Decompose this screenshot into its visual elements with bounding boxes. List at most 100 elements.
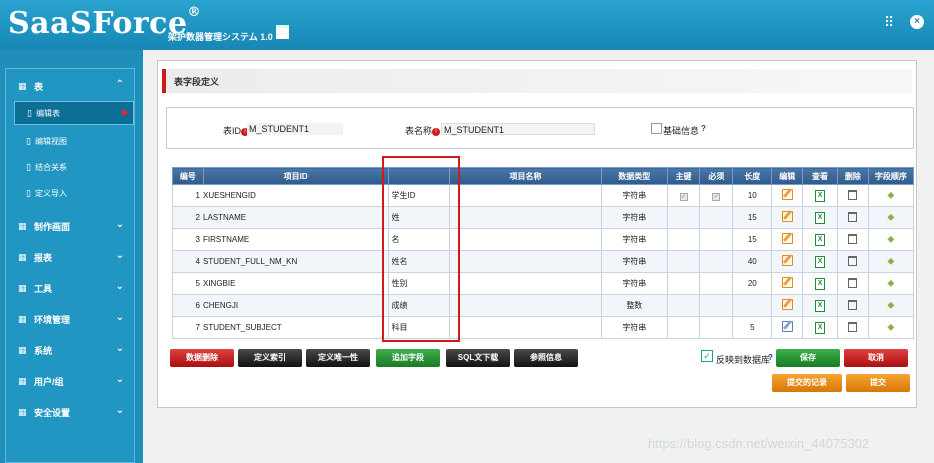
excel-view-icon[interactable]: X — [815, 299, 826, 312]
reorder-icon[interactable]: ⬥ — [887, 322, 894, 333]
trash-icon[interactable] — [848, 189, 858, 200]
row-delete[interactable] — [836, 228, 869, 251]
row-edit[interactable] — [771, 250, 804, 273]
sql-download-button[interactable]: SQL文下载 — [446, 349, 510, 367]
excel-view-icon[interactable]: X — [815, 211, 826, 224]
sidebar-item-tools[interactable]: ▦ 工具 ⌄ — [6, 275, 134, 301]
sidebar-subitem-edit-view[interactable]: ▯ 编辑视图 — [14, 129, 134, 153]
row-view[interactable]: X — [802, 294, 838, 317]
row-view[interactable]: X — [802, 206, 838, 229]
cancel-button[interactable]: 取消 — [844, 349, 908, 367]
app-logo-text: SaaSForce — [8, 6, 188, 41]
row-delete[interactable] — [836, 272, 869, 295]
document-icon[interactable] — [276, 25, 289, 39]
row-delete[interactable] — [836, 184, 869, 207]
submit-record-button[interactable]: 提交的记录 — [772, 374, 842, 392]
reorder-icon[interactable]: ⬥ — [887, 212, 894, 223]
row-edit[interactable] — [771, 294, 804, 317]
table-name-field[interactable]: M_STUDENT1 — [441, 123, 595, 135]
reorder-icon[interactable]: ⬥ — [887, 234, 894, 245]
reorder-icon[interactable]: ⬥ — [887, 256, 894, 267]
row-order[interactable]: ⬥ — [867, 228, 915, 251]
edit-icon[interactable] — [781, 299, 793, 310]
define-unique-button[interactable]: 定义唯一性 — [306, 349, 370, 367]
excel-view-icon[interactable]: X — [815, 277, 826, 290]
row-length: 40 — [732, 250, 773, 273]
define-index-button[interactable]: 定义索引 — [238, 349, 302, 367]
edit-icon[interactable] — [781, 321, 793, 332]
row-order[interactable]: ⬥ — [867, 316, 915, 339]
row-edit[interactable] — [771, 184, 804, 207]
row-view[interactable]: X — [802, 184, 838, 207]
row-required — [699, 272, 734, 295]
add-field-button[interactable]: 追加字段 — [376, 349, 440, 367]
trash-icon[interactable] — [848, 299, 858, 310]
chevron-down-icon: ⌄ — [115, 405, 124, 416]
trash-icon[interactable] — [848, 211, 858, 222]
submit-button[interactable]: 提交 — [846, 374, 910, 392]
excel-view-icon[interactable]: X — [815, 255, 826, 268]
close-icon[interactable]: × — [910, 15, 924, 29]
row-order[interactable]: ⬥ — [867, 272, 915, 295]
row-view[interactable]: X — [802, 272, 838, 295]
row-order[interactable]: ⬥ — [867, 250, 915, 273]
table-id-field[interactable]: M_STUDENT1 — [247, 123, 343, 135]
table-info-form: 表ID! M_STUDENT1 表名称! M_STUDENT1 基础信息 ? — [166, 107, 914, 149]
edit-icon[interactable] — [781, 189, 793, 200]
reorder-icon[interactable]: ⬥ — [887, 278, 894, 289]
edit-icon[interactable] — [781, 211, 793, 222]
row-edit[interactable] — [771, 272, 804, 295]
sidebar-item-report[interactable]: ▦ 报表 ⌄ — [6, 244, 134, 270]
sidebar-subitem-relation[interactable]: ▯ 结合关系 — [14, 155, 134, 179]
row-edit[interactable] — [771, 228, 804, 251]
delete-data-button[interactable]: 数据删除 — [170, 349, 234, 367]
basic-info-checkbox[interactable] — [651, 123, 662, 134]
sync-db-checkbox[interactable]: ✓ — [701, 350, 713, 362]
edit-icon[interactable] — [781, 233, 793, 244]
row-delete[interactable] — [836, 316, 869, 339]
sidebar-subitem-edit-table[interactable]: ▯ 编辑表 ▶ — [14, 101, 134, 125]
row-view[interactable]: X — [802, 316, 838, 339]
sidebar-item-security[interactable]: ▦ 安全设置 ⌄ — [6, 399, 134, 425]
excel-view-icon[interactable]: X — [815, 321, 826, 334]
excel-view-icon[interactable]: X — [815, 233, 826, 246]
sidebar-subitem-label: 编辑视图 — [34, 136, 67, 146]
chevron-down-icon: ⌄ — [115, 374, 124, 385]
sidebar-item-environment[interactable]: ▦ 环境管理 ⌄ — [6, 306, 134, 332]
row-order[interactable]: ⬥ — [867, 206, 915, 229]
excel-view-icon[interactable]: X — [815, 189, 826, 202]
apps-grid-icon[interactable]: ⠿ — [884, 15, 898, 29]
reorder-icon[interactable]: ⬥ — [887, 190, 894, 201]
row-edit[interactable] — [771, 316, 804, 339]
grid-icon: ▦ — [18, 406, 27, 417]
sidebar-item-table[interactable]: ▦ 表 ⌃ — [6, 73, 134, 99]
sync-db-help[interactable]: ? — [768, 353, 773, 362]
row-length: 5 — [732, 316, 773, 339]
sidebar-subitem-define-import[interactable]: ▯ 定义导入 — [14, 181, 134, 205]
row-delete[interactable] — [836, 250, 869, 273]
sidebar-item-users[interactable]: ▦ 用户/组 ⌄ — [6, 368, 134, 394]
save-button[interactable]: 保存 — [776, 349, 840, 367]
edit-icon[interactable] — [781, 277, 793, 288]
reference-info-button[interactable]: 参照信息 — [514, 349, 578, 367]
row-view[interactable]: X — [802, 250, 838, 273]
trash-icon[interactable] — [848, 321, 858, 332]
row-edit[interactable] — [771, 206, 804, 229]
reorder-icon[interactable]: ⬥ — [887, 300, 894, 311]
trash-icon[interactable] — [848, 255, 858, 266]
row-delete[interactable] — [836, 294, 869, 317]
edit-icon[interactable] — [781, 255, 793, 266]
row-order[interactable]: ⬥ — [867, 184, 915, 207]
row-order[interactable]: ⬥ — [867, 294, 915, 317]
row-required — [699, 250, 734, 273]
trash-icon[interactable] — [848, 277, 858, 288]
row-view[interactable]: X — [802, 228, 838, 251]
sidebar-item-system[interactable]: ▦ 系统 ⌄ — [6, 337, 134, 363]
sidebar-item-label: 环境管理 — [34, 314, 71, 325]
trash-icon[interactable] — [848, 233, 858, 244]
sidebar-item-screen[interactable]: ▦ 制作画面 ⌄ — [6, 213, 134, 239]
basic-info-label: 基础信息 — [663, 126, 700, 136]
basic-info-help[interactable]: ? — [701, 124, 706, 133]
row-data-type: 字符串 — [600, 250, 668, 273]
row-delete[interactable] — [836, 206, 869, 229]
